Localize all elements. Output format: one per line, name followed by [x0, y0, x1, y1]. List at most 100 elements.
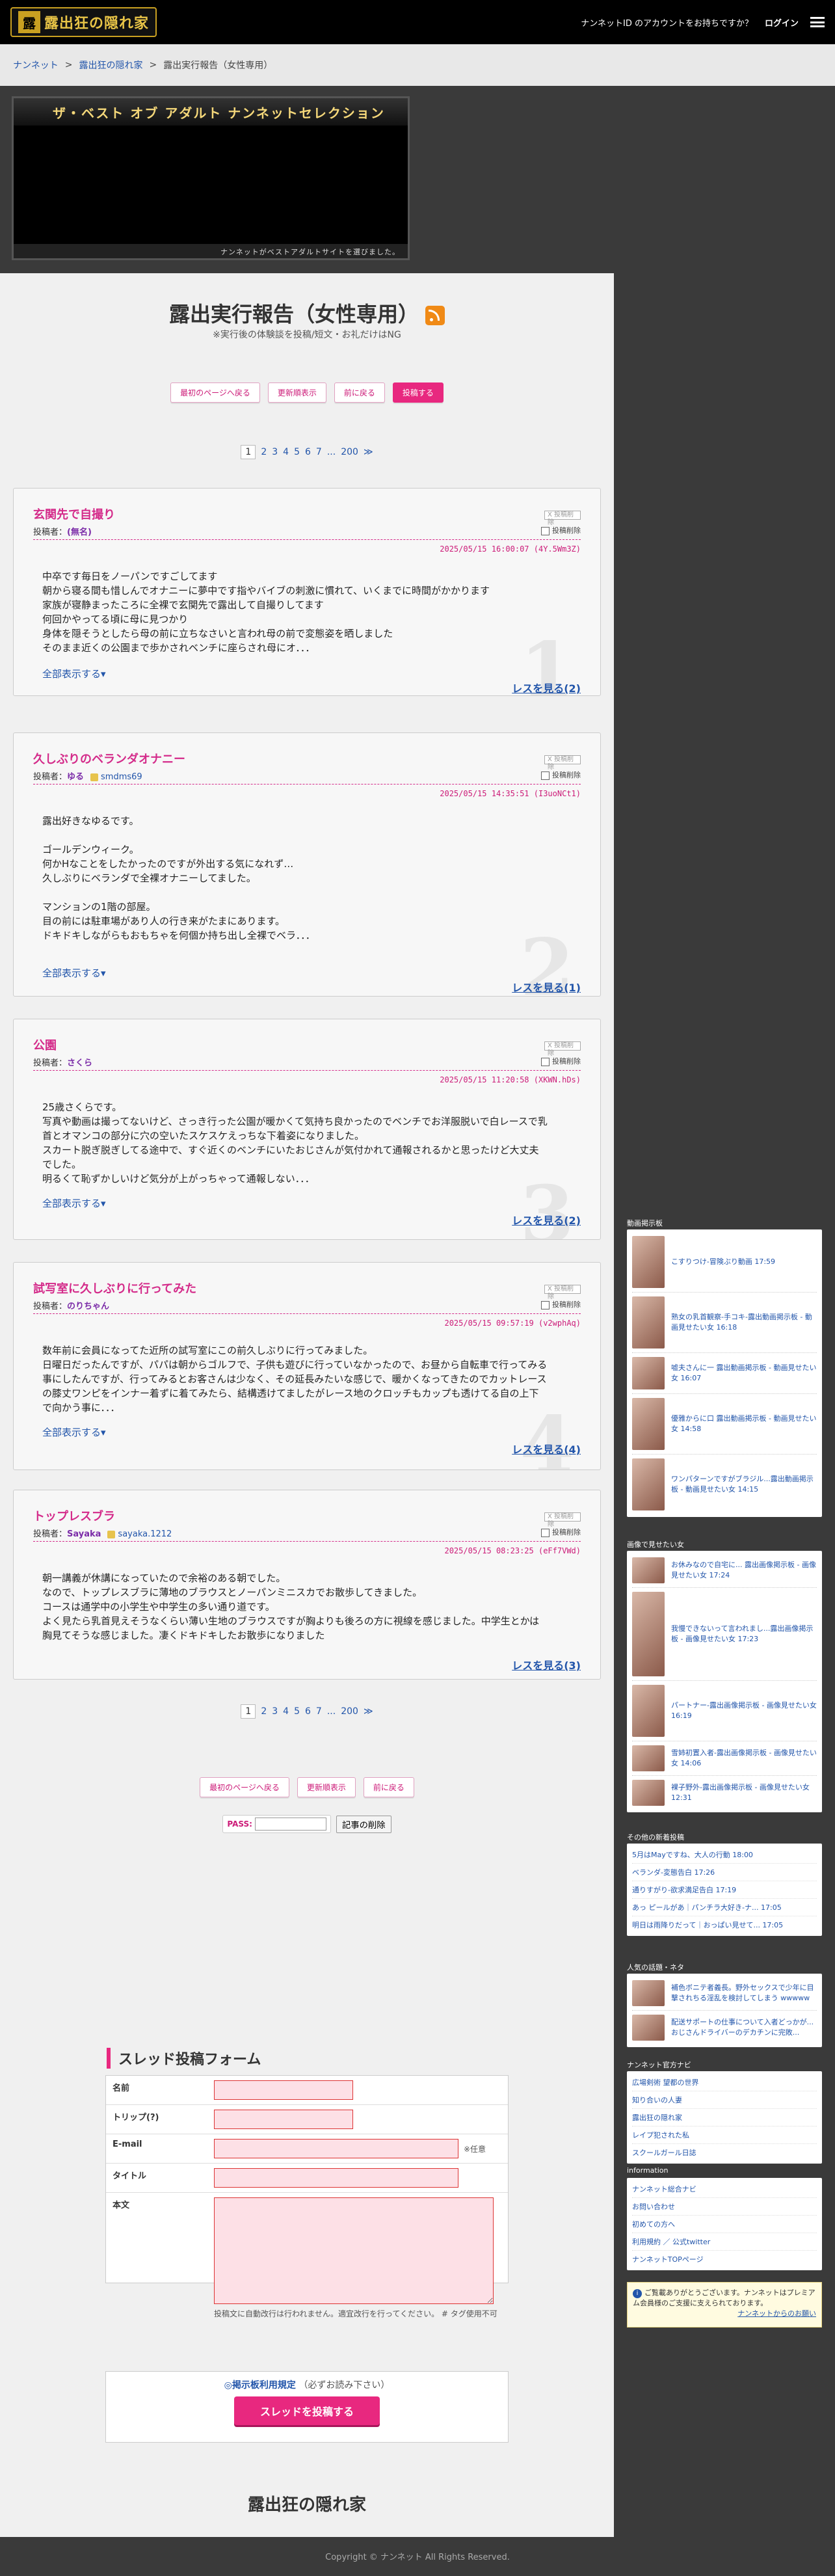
delete-checkbox[interactable]: 投稿削除 [541, 1056, 581, 1066]
name-input[interactable] [214, 2080, 353, 2100]
body-textarea[interactable] [214, 2197, 494, 2304]
sidebar-info-link[interactable]: ナンネットTOPページ [632, 2251, 817, 2268]
pager-link[interactable]: 3 [272, 447, 278, 457]
rules-link[interactable]: ◎掲示板利用規定 [224, 2380, 296, 2391]
sidebar-board-link[interactable]: 5月はMayですね、大人の行動 18:00 [632, 1846, 817, 1864]
back-button[interactable]: 前に戻る [363, 1777, 414, 1797]
updated-order-button[interactable]: 更新順表示 [297, 1777, 356, 1797]
delete-checkbox[interactable]: 投稿削除 [541, 1527, 581, 1537]
thread-title[interactable]: 玄関先で自撮り [33, 505, 115, 522]
show-more-link[interactable]: 全部表示する▾ [42, 1196, 106, 1210]
sidebar-board-list: 5月はMayですね、大人の行動 18:00 ベランダ-変態告白 17:26 通り… [627, 1844, 822, 1936]
site-logo[interactable]: 露 露出狂の隠れ家 [10, 7, 157, 37]
sidebar-image-item[interactable]: お休みなので自宅に... 露出画像掲示板 - 画像見せたい女 17:24 [632, 1553, 817, 1588]
pager-next[interactable]: ≫ [364, 1706, 373, 1717]
show-more-link[interactable]: 全部表示する▾ [42, 667, 106, 680]
sidebar-board-link[interactable]: 明日は雨降りだって｜おっぱい見せて... 17:05 [632, 1916, 817, 1933]
first-page-button[interactable]: 最初のページへ戻る [170, 382, 260, 403]
delete-checkbox[interactable]: 投稿削除 [541, 1299, 581, 1309]
pager-link[interactable]: 6 [305, 447, 311, 457]
report-close-icon[interactable]: X 投稿削除 [544, 511, 581, 526]
sidebar-image-item[interactable]: 裸子野外-露出画像掲示板 - 画像見せたい女 12:31 [632, 1776, 817, 1810]
breadcrumb-separator: > [64, 60, 73, 70]
view-replies-link[interactable]: レスを見る(2) [512, 680, 581, 695]
breadcrumb-current: 露出実行報告（女性専用） [163, 60, 273, 71]
thread-title[interactable]: 公園 [33, 1036, 57, 1053]
sidebar-nanet-heading: ナンネット官方ナビ [627, 2061, 691, 2069]
report-close-icon[interactable]: X 投稿削除 [544, 755, 581, 771]
pager-link[interactable]: 7 [316, 1706, 322, 1717]
story-thumbnail [632, 1980, 665, 2006]
thread-title[interactable]: 試写室に久しぶりに行ってみた [33, 1280, 196, 1296]
trip-input[interactable] [214, 2110, 353, 2129]
sidebar-info-link[interactable]: 初めての方へ [632, 2216, 817, 2233]
pager-link[interactable]: 7 [316, 447, 322, 457]
sidebar-nanet-link[interactable]: 知り合いの人妻 [632, 2091, 817, 2109]
view-replies-link[interactable]: レスを見る(3) [512, 1657, 581, 1672]
ad-banner[interactable]: ザ・ベスト オブ アダルト ナンネットセレクション ナンネットがベストアダルトサ… [12, 96, 410, 260]
pager-link[interactable]: 5 [294, 447, 300, 457]
sidebar-image-item[interactable]: 雪姉初置入者-露出画像掲示板 - 画像見せたい女 14:06 [632, 1741, 817, 1776]
back-button[interactable]: 前に戻る [334, 382, 385, 403]
sidebar-board-link[interactable]: ベランダ-変態告白 17:26 [632, 1864, 817, 1881]
view-replies-link[interactable]: レスを見る(2) [512, 1212, 581, 1228]
show-more-link[interactable]: 全部表示する▾ [42, 1425, 106, 1439]
report-close-icon[interactable]: X 投稿削除 [544, 1512, 581, 1528]
pager-next[interactable]: ≫ [364, 447, 373, 457]
submit-thread-button[interactable]: スレッドを投稿する [233, 2396, 380, 2425]
report-close-icon[interactable]: X 投稿削除 [544, 1285, 581, 1300]
email-input[interactable] [214, 2139, 458, 2158]
title-input[interactable] [214, 2168, 458, 2188]
sidebar-nanet-link[interactable]: スクールガール日誌 [632, 2144, 817, 2161]
header-account: ナンネットID のアカウントをお持ちですか？ ログイン [581, 16, 825, 29]
pager-link[interactable]: 6 [305, 1706, 311, 1717]
report-close-icon[interactable]: X 投稿削除 [544, 1041, 581, 1057]
sidebar-image-item[interactable]: パートナー-露出画像掲示板 - 画像見せたい女 16:19 [632, 1681, 817, 1741]
thread-post-form: 名前 トリップ(?) E-mail ※任意 タイトル 本文 投稿文に自動改行は行… [105, 2075, 509, 2318]
pager-last[interactable]: 200 [341, 447, 358, 457]
pager-link[interactable]: 3 [272, 1706, 278, 1717]
password-input[interactable] [254, 1818, 326, 1831]
sidebar-info-link[interactable]: お問い合わせ [632, 2198, 817, 2216]
sidebar-nanet-link[interactable]: 広場剣術 望都の世界 [632, 2074, 817, 2091]
pager-link[interactable]: 4 [283, 447, 289, 457]
view-replies-link[interactable]: レスを見る(1) [512, 979, 581, 995]
sidebar-video-item[interactable]: 熟女の乳首観察-手コキ-露出動画掲示板 - 動画見せたい女 16:18 [632, 1293, 817, 1353]
pager-last[interactable]: 200 [341, 1706, 358, 1717]
form-row-email: E-mail ※任意 [106, 2134, 508, 2164]
thread-title[interactable]: 久しぶりのベランダオナニー [33, 750, 185, 767]
show-more-link[interactable]: 全部表示する▾ [42, 966, 106, 980]
premium-notice-link[interactable]: ナンネットからのお願い [737, 2309, 816, 2318]
sidebar-board-link[interactable]: 通りすがり-欲求満足告白 17:19 [632, 1881, 817, 1899]
sidebar-info-link[interactable]: 利用規約 ／ 公式twitter [632, 2233, 817, 2251]
sidebar-nanet-link[interactable]: レイプ犯された私 [632, 2127, 817, 2144]
login-link[interactable]: ログイン [765, 16, 799, 29]
sidebar-video-item[interactable]: 嘘夫さんに一 露出動画掲示板 - 動画見せたい女 16:07 [632, 1353, 817, 1394]
sidebar-board-link[interactable]: あっ ピールがあ｜パンチラ大好き-ナ... 17:05 [632, 1899, 817, 1916]
sidebar-info-link[interactable]: ナンネット総合ナビ [632, 2180, 817, 2198]
thread-title[interactable]: トップレスブラ [33, 1507, 115, 1524]
delete-post-button[interactable]: 記事の削除 [336, 1815, 391, 1833]
delete-checkbox[interactable]: 投稿削除 [541, 770, 581, 780]
view-replies-link[interactable]: レスを見る(4) [512, 1441, 581, 1456]
pager-link[interactable]: 5 [294, 1706, 300, 1717]
updated-order-button[interactable]: 更新順表示 [267, 382, 326, 403]
rss-icon[interactable] [425, 306, 445, 325]
sidebar-story-item[interactable]: 配送サポートの仕事について入者どっかが...おじさんドライバーのデカチンに完敗.… [632, 2011, 817, 2045]
delete-checkbox[interactable]: 投稿削除 [541, 525, 581, 535]
sidebar-nanet-link[interactable]: 露出狂の隠れ家 [632, 2109, 817, 2127]
sidebar-video-item[interactable]: こすりつけ-冒険ぶり動画 17:59 [632, 1232, 817, 1293]
post-button[interactable]: 投稿する [392, 382, 444, 403]
breadcrumb-home[interactable]: ナンネット [13, 59, 59, 72]
thread-author: 投稿者：Sayaka sayaka.1212 [33, 1529, 172, 1539]
hamburger-menu-icon[interactable] [810, 17, 825, 27]
pager-link[interactable]: 2 [261, 447, 267, 457]
sidebar-image-item[interactable]: 我慢できないって言われまし...露出画像掲示板 - 画像見せたい女 17:23 [632, 1588, 817, 1681]
sidebar-video-item[interactable]: ワンパターンですがブラジル...露出動画掲示板 - 動画見せたい女 14:15 [632, 1455, 817, 1514]
first-page-button[interactable]: 最初のページへ戻る [200, 1777, 289, 1797]
sidebar-story-item[interactable]: 補色ボニテ者義長。野外セックスで少年に目撃されちる淫乱を検討してしまう wwww… [632, 1976, 817, 2011]
breadcrumb-board-group[interactable]: 露出狂の隠れ家 [79, 59, 142, 72]
pager-link[interactable]: 2 [261, 1706, 267, 1717]
sidebar-video-item[interactable]: 優雅からに口 露出動画掲示板 - 動画見せたい女 14:58 [632, 1394, 817, 1455]
pager-link[interactable]: 4 [283, 1706, 289, 1717]
